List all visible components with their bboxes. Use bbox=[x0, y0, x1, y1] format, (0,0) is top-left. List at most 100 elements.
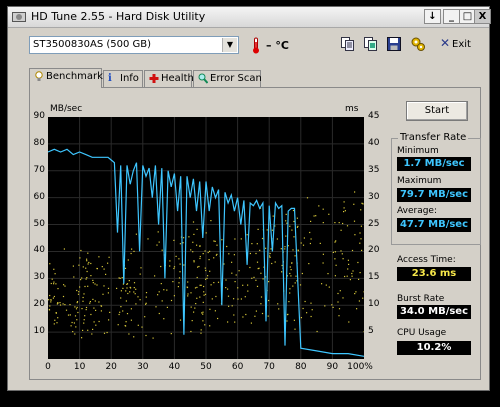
access-time-point bbox=[107, 287, 110, 289]
help-button[interactable]: ↓ bbox=[424, 9, 441, 24]
tab-info[interactable]: i Info bbox=[103, 70, 143, 87]
save-icon[interactable] bbox=[387, 37, 401, 51]
access-time-point bbox=[74, 333, 76, 335]
lightbulb-icon bbox=[35, 71, 43, 81]
access-time-point bbox=[98, 301, 100, 303]
access-time-point bbox=[253, 276, 255, 278]
access-time-point bbox=[225, 279, 227, 281]
access-time-point bbox=[170, 299, 173, 302]
access-time-point bbox=[63, 284, 65, 286]
access-time-point bbox=[202, 301, 204, 303]
access-time-point bbox=[62, 295, 65, 298]
minimize-button[interactable]: _ bbox=[443, 9, 460, 24]
access-time-point bbox=[242, 316, 244, 318]
access-time-point bbox=[84, 285, 86, 288]
start-button[interactable]: Start bbox=[406, 101, 468, 121]
minimum-value: 1.7 MB/sec bbox=[397, 157, 471, 171]
access-time-point bbox=[173, 295, 175, 297]
access-time-point bbox=[178, 277, 181, 279]
access-time-point bbox=[322, 262, 324, 264]
tab-label: Benchmark bbox=[46, 71, 103, 82]
access-time-point bbox=[196, 244, 198, 246]
copy-info-icon[interactable] bbox=[341, 37, 355, 51]
access-time-point bbox=[306, 197, 309, 199]
access-time-point bbox=[271, 229, 274, 231]
access-time-point bbox=[301, 272, 303, 275]
access-time-point bbox=[284, 248, 286, 250]
chevron-down-icon[interactable]: ▼ bbox=[222, 38, 237, 52]
access-time-point bbox=[59, 302, 61, 304]
drive-select[interactable]: ST3500830AS (500 GB) ▼ bbox=[29, 36, 239, 54]
axis-tick-label: 45 bbox=[368, 111, 380, 121]
access-time-point bbox=[126, 313, 129, 315]
axis-tick-label: 10 bbox=[73, 362, 86, 372]
exit-label: Exit bbox=[452, 39, 471, 50]
access-time-point bbox=[251, 277, 253, 279]
access-time-point bbox=[285, 220, 287, 222]
access-time-point bbox=[179, 271, 181, 273]
access-time-point bbox=[64, 304, 66, 306]
access-time-point bbox=[81, 277, 83, 279]
access-time-point bbox=[155, 306, 157, 308]
access-time-point bbox=[199, 296, 201, 298]
access-time-point bbox=[93, 307, 95, 309]
access-time-point bbox=[87, 263, 89, 265]
access-time-point bbox=[293, 319, 295, 321]
access-time-point bbox=[351, 275, 353, 277]
access-time-point bbox=[302, 244, 305, 246]
access-time-point bbox=[53, 283, 55, 285]
left-axis-unit: MB/sec bbox=[50, 104, 83, 114]
access-time-point bbox=[73, 276, 75, 278]
maximum-label: Maximum bbox=[397, 176, 442, 186]
tab-health[interactable]: Health bbox=[144, 70, 194, 87]
access-time-point bbox=[57, 288, 59, 290]
access-time-point bbox=[54, 273, 56, 275]
access-time-point bbox=[96, 284, 98, 286]
access-time-point bbox=[342, 297, 344, 299]
access-time-point bbox=[297, 249, 299, 251]
access-time-point bbox=[207, 251, 209, 254]
access-time-point bbox=[199, 255, 201, 258]
access-time-point bbox=[121, 277, 123, 279]
access-time-point bbox=[362, 297, 364, 299]
access-time-point bbox=[227, 321, 229, 323]
access-time-point bbox=[200, 284, 202, 286]
access-time-point bbox=[78, 264, 80, 266]
access-time-point bbox=[209, 250, 211, 252]
access-time-point bbox=[62, 303, 64, 305]
access-time-point bbox=[289, 292, 291, 294]
tab-benchmark[interactable]: Benchmark bbox=[29, 68, 103, 88]
options-icon[interactable] bbox=[411, 37, 425, 51]
access-time-point bbox=[166, 289, 168, 291]
tab-error-scan[interactable]: Error Scan bbox=[193, 70, 262, 87]
copy-screenshot-icon[interactable] bbox=[364, 37, 378, 51]
access-time-point bbox=[354, 191, 356, 193]
access-time-point bbox=[358, 300, 360, 302]
access-time-point bbox=[270, 248, 272, 250]
access-time-point bbox=[200, 332, 202, 334]
access-time-point bbox=[202, 311, 204, 313]
access-time-point bbox=[289, 266, 291, 268]
access-time-point bbox=[170, 333, 172, 335]
access-time-point bbox=[231, 261, 233, 263]
access-time-point bbox=[295, 275, 297, 277]
axis-tick-label: 60 bbox=[33, 191, 45, 202]
access-time-point bbox=[196, 297, 198, 299]
access-time-point bbox=[83, 293, 85, 295]
axis-tick-label: 0 bbox=[45, 362, 51, 372]
access-time-point bbox=[118, 277, 120, 279]
access-time-point bbox=[203, 291, 205, 293]
access-time-point bbox=[169, 265, 171, 267]
access-time-point bbox=[265, 247, 267, 249]
exit-button[interactable]: ✕ Exit bbox=[440, 36, 472, 53]
close-button[interactable]: X bbox=[474, 9, 491, 24]
access-time-point bbox=[242, 284, 244, 286]
access-time-point bbox=[286, 320, 288, 322]
access-time-point bbox=[247, 290, 249, 292]
access-time-point bbox=[76, 306, 78, 308]
axis-tick-label: 50 bbox=[33, 218, 45, 229]
access-time-point bbox=[359, 272, 361, 274]
access-time-point bbox=[130, 319, 132, 321]
access-time-point bbox=[204, 324, 206, 326]
access-time-point bbox=[108, 319, 110, 321]
